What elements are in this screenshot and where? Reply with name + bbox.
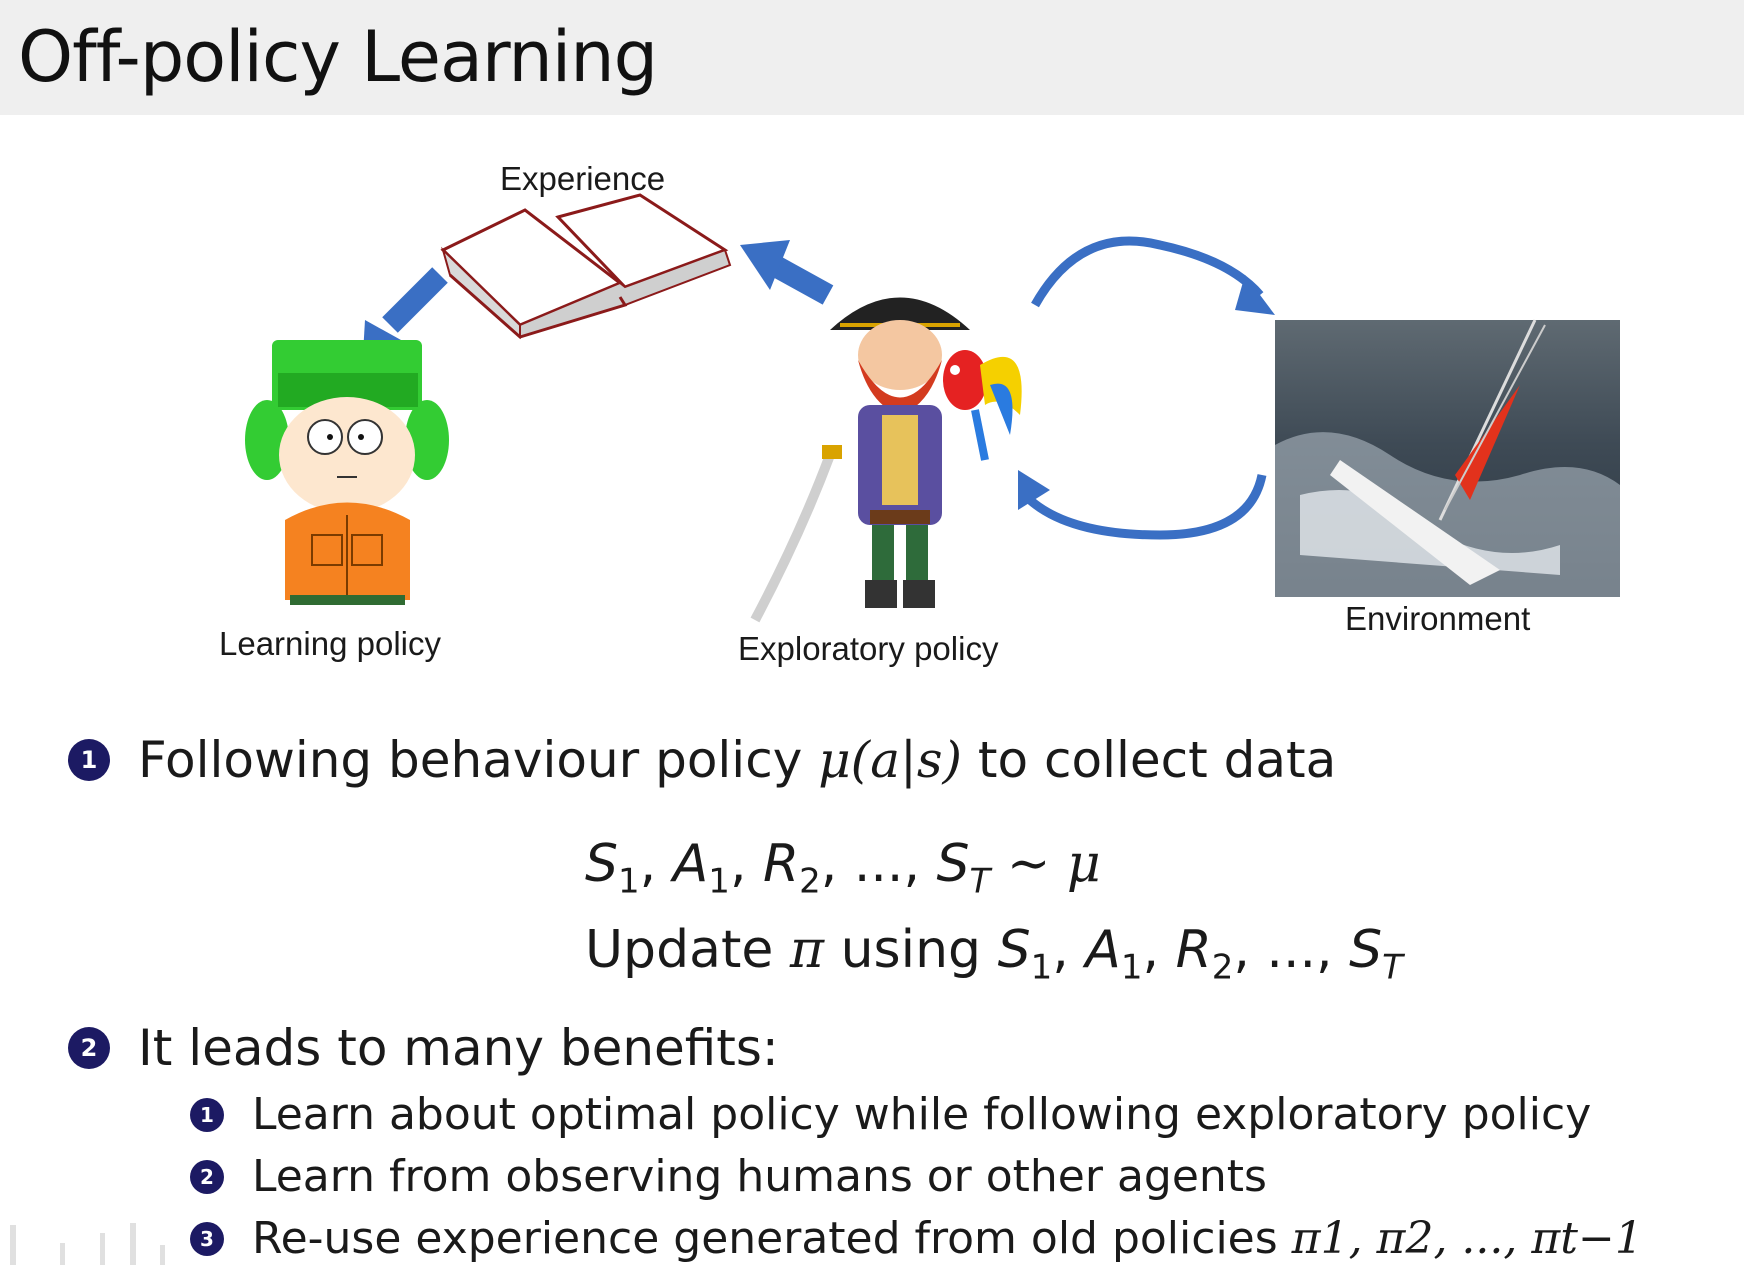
sub-bullet-1-number: 1 [190,1098,224,1132]
sub-bullet-3-text-main: Re-use experience generated from old pol… [252,1213,1292,1264]
sub-bullet-2: 2 Learn from observing humans or other a… [190,1149,1267,1205]
equation-2: Update π using S1, A1, R2, ..., ST [585,920,1403,988]
title-bar: Off-policy Learning [0,0,1744,115]
diagram: Experience Learning policy Exploratory p… [0,115,1744,715]
eq1-st: S [936,834,970,894]
eq1-dots: ... [853,834,904,894]
bullet-1-math: μ(a|s) [818,731,963,789]
bullet-2-number: 2 [68,1027,110,1069]
eq2-a: A [1085,920,1121,980]
book-icon [440,193,732,340]
eq1-a-sub: 1 [708,861,730,902]
bullet-2-text: It leads to many benefits: [138,1019,779,1077]
environment-label: Environment [1345,600,1531,637]
experience-label: Experience [500,160,666,197]
eq1-r: R [763,834,800,894]
eq1-s: S [585,834,619,894]
learning-policy-label: Learning policy [219,625,441,662]
bullet-1-text-before: Following behaviour policy [138,731,819,789]
environment-sailboat-image [1275,319,1620,597]
eq2-a-sub: 1 [1120,947,1143,988]
watermark-graphic [10,1223,165,1265]
sub-bullet-2-number: 2 [190,1160,224,1194]
eq2-r-sub: 2 [1211,947,1234,988]
bullet-2: 2 It leads to many benefits: [68,1018,779,1078]
sub-bullet-1: 1 Learn about optimal policy while follo… [190,1087,1591,1143]
cycle-arrow-bottom-icon [1018,470,1267,540]
sub-bullet-3: 3 Re-use experience generated from old p… [190,1211,1643,1267]
cycle-arrow-top-icon [1031,236,1275,315]
bullet-1-text: Following behaviour policy μ(a|s) to col… [138,730,1336,790]
bullet-1: 1 Following behaviour policy μ(a|s) to c… [68,730,1336,790]
eq2-dots: ... [1266,920,1317,980]
sub-bullet-3-math: π1, π2, ..., πt−1 [1291,1213,1643,1264]
eq2-s: S [997,920,1031,980]
eq2-st-sub: T [1382,947,1403,988]
eq2-prefix: Update [585,920,790,980]
slide-title: Off-policy Learning [18,16,658,98]
eq2-st: S [1349,920,1383,980]
eq1-st-sub: T [969,861,991,902]
eq1-tail: ∼ μ [1006,834,1101,894]
sub-bullet-3-text: Re-use experience generated from old pol… [252,1211,1643,1267]
sub-bullet-2-text: Learn from observing humans or other age… [252,1151,1267,1202]
equation-1: S1, A1, R2, ..., ST ∼ μ [585,834,1101,902]
learning-policy-character-icon [245,340,449,605]
eq1-s-sub: 1 [618,861,640,902]
sub-bullet-1-text: Learn about optimal policy while followi… [252,1089,1592,1140]
eq2-pi: π [789,920,825,980]
eq1-r-sub: 2 [799,861,821,902]
eq2-s-sub: 1 [1030,947,1053,988]
eq2-using: using [824,920,998,980]
bullet-1-text-after: to collect data [962,731,1337,789]
eq1-a: A [672,834,709,894]
eq2-r: R [1175,920,1212,980]
exploratory-policy-label: Exploratory policy [738,630,999,667]
bullet-1-number: 1 [68,739,110,781]
pirate-character-icon [750,297,1022,623]
arrow-to-experience-icon [740,240,834,305]
